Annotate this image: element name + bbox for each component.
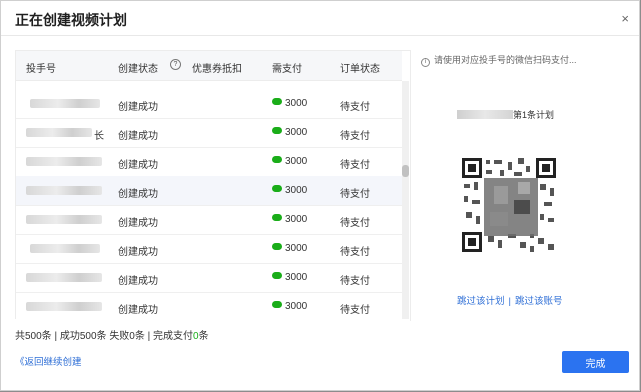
back-continue-create-link[interactable]: 《返回继续创建	[15, 354, 82, 368]
table-row[interactable]: 创建成功 3000 待支付	[16, 234, 402, 264]
amount: 3000	[272, 243, 307, 254]
header-amount: 需支付	[272, 64, 302, 75]
create-status: 创建成功	[118, 276, 158, 287]
create-status: 创建成功	[118, 305, 158, 316]
close-icon[interactable]: ×	[621, 11, 629, 26]
amount: 3000	[272, 214, 307, 225]
account-name-blurred	[26, 302, 102, 311]
wechat-pay-icon	[272, 185, 282, 192]
pay-notice: i 请使用对应投手号的微信扫码支付...	[421, 53, 577, 67]
create-status: 创建成功	[118, 218, 158, 229]
skip-account-link[interactable]: 跳过该账号	[515, 296, 563, 307]
account-name-tail: 长	[94, 131, 104, 142]
dialog-title: 正在创建视频计划	[15, 12, 127, 28]
order-status: 待支付	[340, 305, 370, 316]
wechat-pay-icon	[272, 243, 282, 250]
amount: 3000	[272, 272, 307, 283]
payment-qr-code	[460, 156, 558, 254]
wechat-pay-icon	[272, 156, 282, 163]
skip-links: 跳过该计划 | 跳过该账号	[457, 293, 563, 307]
amount: 3000	[272, 127, 307, 138]
wechat-pay-icon	[272, 98, 282, 105]
order-status: 待支付	[340, 247, 370, 258]
help-circle-icon[interactable]: ?	[170, 59, 181, 70]
info-circle-icon: i	[421, 58, 430, 67]
header-account: 投手号	[26, 64, 56, 75]
account-name-blurred	[26, 157, 102, 166]
create-status: 创建成功	[118, 131, 158, 142]
order-status: 待支付	[340, 218, 370, 229]
skip-separator: |	[508, 296, 511, 307]
create-status: 创建成功	[118, 102, 158, 113]
table-row[interactable]: 创建成功 3000 待支付	[16, 263, 402, 293]
table-row[interactable]: 创建成功 3000 待支付	[16, 292, 402, 319]
plan-table: 投手号 创建状态 ? 优惠券抵扣 需支付 订单状态 创建成功 3000 待支付 …	[15, 50, 411, 319]
create-video-plan-dialog: 正在创建视频计划 × 投手号 创建状态 ? 优惠券抵扣 需支付 订单状态 创建成…	[0, 0, 640, 391]
wechat-pay-icon	[272, 301, 282, 308]
wechat-pay-icon	[272, 127, 282, 134]
header-create-status: 创建状态	[118, 64, 158, 75]
create-status: 创建成功	[118, 247, 158, 258]
table-row[interactable]: 长 创建成功 3000 待支付	[16, 118, 402, 148]
account-name-blurred	[457, 110, 513, 119]
account-name-blurred	[26, 273, 102, 282]
scrollbar-thumb[interactable]	[402, 165, 409, 177]
table-header: 投手号 创建状态 ? 优惠券抵扣 需支付 订单状态	[16, 51, 402, 81]
amount: 3000	[272, 301, 307, 312]
create-status: 创建成功	[118, 160, 158, 171]
skip-plan-link[interactable]: 跳过该计划	[457, 296, 505, 307]
amount: 3000	[272, 98, 307, 109]
order-status: 待支付	[340, 189, 370, 200]
order-status: 待支付	[340, 276, 370, 287]
account-name-blurred	[30, 99, 100, 108]
wechat-pay-icon	[272, 272, 282, 279]
table-row[interactable]: 创建成功 3000 待支付	[16, 89, 402, 119]
table-row[interactable]: 创建成功 3000 待支付	[16, 205, 402, 235]
panel-divider	[410, 50, 411, 321]
account-name-blurred	[26, 128, 92, 137]
order-status: 待支付	[340, 160, 370, 171]
title-divider	[1, 35, 639, 36]
table-row[interactable]: 创建成功 3000 待支付	[16, 147, 402, 177]
order-status: 待支付	[340, 102, 370, 113]
account-name-blurred	[26, 186, 102, 195]
order-status: 待支付	[340, 131, 370, 142]
table-scrollbar[interactable]	[402, 81, 409, 319]
account-name-blurred	[30, 244, 100, 253]
amount: 3000	[272, 185, 307, 196]
account-name-blurred	[26, 215, 102, 224]
header-order-status: 订单状态	[340, 64, 380, 75]
table-row[interactable]: 创建成功 3000 待支付	[16, 176, 402, 206]
header-coupon: 优惠券抵扣	[192, 64, 242, 75]
summary-text: 共500条 | 成功500条 失败0条 | 完成支付0条	[15, 331, 209, 342]
create-status: 创建成功	[118, 189, 158, 200]
done-button[interactable]: 完成	[562, 351, 629, 373]
current-plan-label: 第1条计划	[457, 108, 554, 121]
wechat-pay-icon	[272, 214, 282, 221]
amount: 3000	[272, 156, 307, 167]
